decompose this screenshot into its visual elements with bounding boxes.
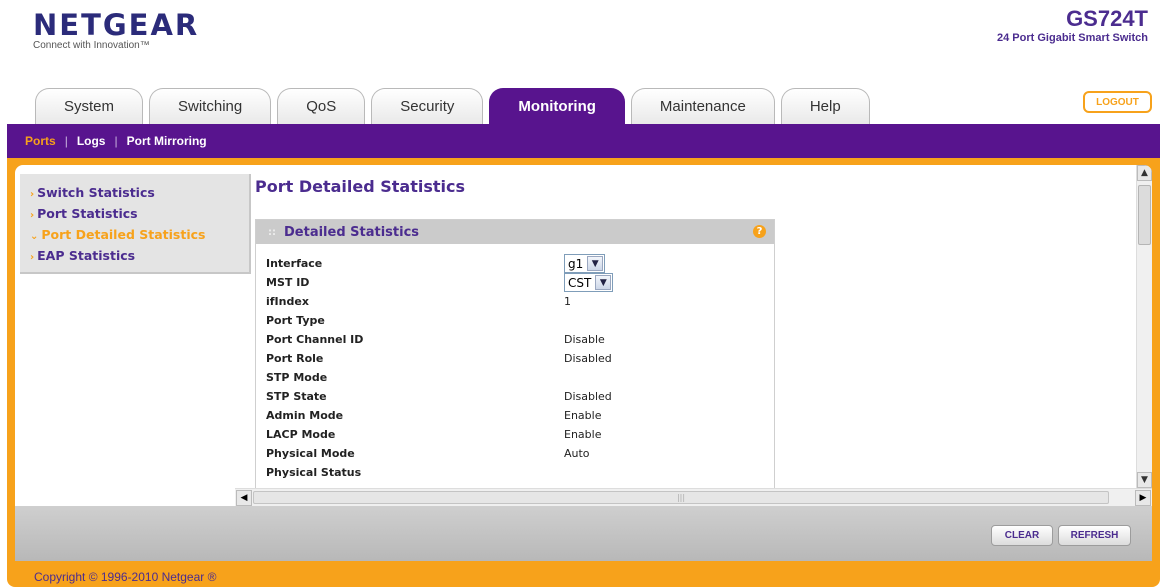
submenu-ports[interactable]: Ports [25, 134, 56, 148]
field-label: Port Channel ID [266, 333, 364, 346]
stat-row: Port Type [266, 311, 774, 330]
scroll-up-icon[interactable]: ▲ [1137, 165, 1152, 181]
nav-label: Port Statistics [37, 206, 138, 221]
chevron-right-icon: › [30, 189, 35, 200]
submenu-port-mirroring[interactable]: Port Mirroring [127, 134, 207, 148]
stat-row: Port Channel ID Disable [266, 330, 774, 349]
clear-button[interactable]: CLEAR [991, 525, 1053, 546]
horizontal-scrollbar[interactable]: ◀ ||| ▶ [235, 488, 1152, 506]
tab-system[interactable]: System [35, 88, 144, 124]
nav-eap-statistics[interactable]: › EAP Statistics [30, 245, 249, 266]
tab-help[interactable]: Help [780, 88, 870, 124]
submenu-separator: | [114, 134, 118, 148]
interface-row: Interface g1 ▼ [266, 254, 774, 273]
chevron-down-icon: ⌄ [30, 231, 39, 242]
side-navigation: › Switch Statistics › Port Statistics ⌄ Por… [20, 174, 251, 274]
tab-maintenance[interactable]: Maintenance [630, 88, 775, 124]
field-value: Enable [564, 409, 602, 422]
tab-monitoring[interactable]: Monitoring [489, 88, 625, 124]
stat-row: Port Role Disabled [266, 349, 774, 368]
scroll-right-icon[interactable]: ▶ [1135, 490, 1151, 506]
nav-port-statistics[interactable]: › Port Statistics [30, 203, 249, 224]
select-value: CST [568, 275, 592, 290]
field-value: Enable [564, 428, 602, 441]
field-label: Physical Status [266, 466, 362, 479]
field-value: 1 [564, 295, 571, 308]
select-value: g1 [568, 256, 584, 271]
field-value: Auto [564, 447, 590, 460]
mst-id-select[interactable]: CST ▼ [564, 273, 614, 292]
tab-switching[interactable]: Switching [149, 88, 272, 124]
scroll-down-icon[interactable]: ▼ [1137, 472, 1152, 488]
detailed-statistics-panel: :: Detailed Statistics ? Interface g1 ▼ … [255, 219, 775, 506]
logo-text: NETGEAR [33, 8, 200, 42]
logout-button[interactable]: LOGOUT [1083, 91, 1152, 113]
scroll-left-icon[interactable]: ◀ [236, 490, 252, 506]
model-name: GS724T [1066, 6, 1148, 31]
page-title: Port Detailed Statistics [255, 177, 466, 196]
field-label: STP State [266, 390, 327, 403]
stat-row: Physical Status [266, 463, 774, 482]
field-label: LACP Mode [266, 428, 336, 441]
model-info: GS724T 24 Port Gigabit Smart Switch [997, 6, 1148, 44]
nav-label: Port Detailed Statistics [41, 227, 206, 242]
vertical-scroll-thumb[interactable] [1138, 185, 1151, 245]
chevron-down-icon: ▼ [595, 275, 612, 290]
field-value: Disabled [564, 390, 612, 403]
chevron-right-icon: › [30, 252, 35, 263]
field-value: Disable [564, 333, 605, 346]
netgear-logo: NETGEAR Connect with Innovation™ [33, 8, 199, 51]
chevron-right-icon: › [30, 210, 35, 221]
field-label: Interface [266, 257, 323, 270]
stat-row: STP Mode [266, 368, 774, 387]
nav-label: Switch Statistics [37, 185, 155, 200]
tab-qos[interactable]: QoS [277, 88, 366, 124]
tab-security[interactable]: Security [371, 88, 484, 124]
field-label: Port Role [266, 352, 324, 365]
stat-row: ifIndex 1 [266, 292, 774, 311]
stat-row: Physical Mode Auto [266, 444, 774, 463]
grip-icon: :: [268, 226, 276, 238]
help-icon[interactable]: ? [753, 225, 766, 238]
refresh-button[interactable]: REFRESH [1058, 525, 1131, 546]
field-value: Disabled [564, 352, 612, 365]
nav-label: EAP Statistics [37, 248, 136, 263]
interface-select[interactable]: g1 ▼ [564, 254, 606, 273]
stat-row: LACP Mode Enable [266, 425, 774, 444]
submenu-bar: Ports | Logs | Port Mirroring [7, 124, 1160, 158]
mst-id-row: MST ID CST ▼ [266, 273, 774, 292]
stat-row: STP State Disabled [266, 387, 774, 406]
field-label: ifIndex [266, 295, 309, 308]
copyright-footer: Copyright © 1996-2010 Netgear ® [34, 570, 217, 584]
horizontal-scroll-thumb[interactable]: ||| [253, 491, 1109, 504]
submenu-logs[interactable]: Logs [77, 134, 106, 148]
panel-header: :: Detailed Statistics ? [256, 220, 774, 244]
content-area: › Switch Statistics › Port Statistics ⌄ Por… [15, 165, 1152, 506]
field-label: MST ID [266, 276, 310, 289]
panel-title: Detailed Statistics [284, 224, 420, 240]
submenu-separator: | [64, 134, 68, 148]
chevron-down-icon: ▼ [587, 256, 604, 271]
action-bar: CLEAR REFRESH [15, 506, 1152, 561]
nav-switch-statistics[interactable]: › Switch Statistics [30, 182, 249, 203]
field-label: Physical Mode [266, 447, 355, 460]
main-tabs: System Switching QoS Security Monitoring… [35, 88, 876, 124]
vertical-scrollbar[interactable]: ▲ ▼ [1136, 165, 1152, 488]
field-label: STP Mode [266, 371, 328, 384]
nav-port-detailed-statistics[interactable]: ⌄ Port Detailed Statistics [30, 224, 249, 245]
stat-row: Admin Mode Enable [266, 406, 774, 425]
field-label: Port Type [266, 314, 325, 327]
field-label: Admin Mode [266, 409, 344, 422]
statistics-rows: Interface g1 ▼ MST ID CST ▼ ifIndex 1 Por… [256, 244, 774, 482]
model-description: 24 Port Gigabit Smart Switch [997, 32, 1148, 44]
